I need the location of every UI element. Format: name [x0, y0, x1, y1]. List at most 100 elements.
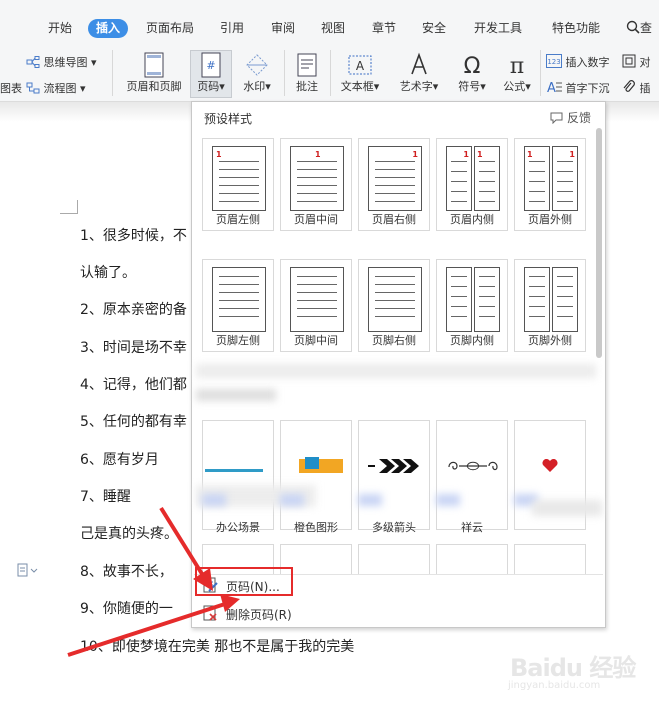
- text-line: [219, 292, 259, 293]
- document-line: 1、很多时候，不: [80, 228, 187, 244]
- tab-references[interactable]: 引用: [220, 18, 244, 38]
- blue-shape-graphic: [305, 457, 319, 469]
- textbox-button[interactable]: A 文本框▾: [336, 52, 384, 94]
- tab-view[interactable]: 视图: [321, 18, 345, 38]
- preset-label: 多级箭头: [372, 521, 416, 534]
- text-line: [297, 316, 337, 317]
- watermark-button[interactable]: 水印▾: [236, 52, 278, 94]
- page-number-marker: 1: [569, 150, 575, 159]
- drop-cap-button[interactable]: A 首字下沉: [546, 80, 610, 96]
- preset-header-right[interactable]: 1 页眉右侧: [358, 138, 430, 231]
- toolbar-divider: [112, 50, 113, 96]
- text-line: [297, 300, 337, 301]
- drop-cap-label: 首字下沉: [565, 82, 610, 95]
- symbol-button[interactable]: Ω 符号▾: [453, 52, 491, 94]
- flowchart-button[interactable]: 流程图 ▾: [26, 80, 86, 96]
- insert-number-button[interactable]: 123 插入数字: [546, 54, 610, 70]
- text-line: [451, 181, 467, 182]
- preset-tile-partial[interactable]: [514, 544, 586, 574]
- preset-orange-shape[interactable]: 橙色图形: [280, 420, 352, 534]
- svg-text:A: A: [547, 81, 556, 94]
- tab-chapter[interactable]: 章节: [372, 18, 396, 38]
- chart-button-partial[interactable]: 图表: [0, 80, 22, 96]
- object-button-partial[interactable]: 对: [622, 54, 651, 70]
- document-line: 3、时间是场不幸: [80, 340, 187, 356]
- formula-button[interactable]: π 公式▾: [498, 52, 536, 94]
- preset-header-inside[interactable]: 1 1 页眉内侧: [436, 138, 508, 231]
- highlight-box: [195, 567, 293, 596]
- comment-label: 批注: [296, 80, 318, 93]
- preset-multilevel-arrow[interactable]: 多级箭头: [358, 420, 430, 534]
- feedback-label: 反馈: [566, 111, 591, 125]
- tab-home[interactable]: 开始: [48, 18, 72, 38]
- preset-footer-outside[interactable]: 页脚外侧: [514, 259, 586, 352]
- delete-page-number-item[interactable]: 删除页码(R): [194, 600, 603, 626]
- comment-button[interactable]: 批注: [290, 52, 324, 94]
- text-line: [219, 300, 259, 301]
- text-line: [375, 316, 415, 317]
- tab-developer[interactable]: 开发工具: [474, 18, 522, 38]
- symbol-label: 符号: [458, 80, 481, 93]
- preset-tile-partial[interactable]: [358, 544, 430, 574]
- text-line: [479, 161, 495, 162]
- text-line: [451, 201, 467, 202]
- preset-tile-partial[interactable]: [436, 544, 508, 574]
- text-line: [557, 276, 573, 277]
- page-number-button[interactable]: # 页码▾: [190, 52, 232, 94]
- page-thumbnail: 1: [290, 146, 344, 211]
- mind-map-button[interactable]: 思维导图 ▾: [26, 54, 97, 70]
- tab-insert[interactable]: 插入: [88, 19, 129, 38]
- preset-header-center[interactable]: 1 页眉中间: [280, 138, 352, 231]
- tab-security[interactable]: 安全: [422, 18, 446, 38]
- preset-footer-right[interactable]: 页脚右侧: [358, 259, 430, 352]
- blue-bar-graphic: [205, 469, 263, 472]
- insert-number-label: 插入数字: [565, 56, 610, 69]
- feedback-link[interactable]: 反馈: [550, 109, 591, 126]
- text-line: [375, 201, 415, 202]
- textbox-label: 文本框: [340, 80, 374, 93]
- document-line: 己是真的头疼。: [80, 526, 178, 542]
- text-line: [219, 169, 259, 170]
- blurred-region: [358, 494, 382, 506]
- text-line: [375, 161, 415, 162]
- drop-cap-icon: A: [547, 81, 562, 96]
- attachment-button-partial[interactable]: 插: [622, 80, 651, 96]
- ribbon-toolbar: 思维导图 ▾ 图表 流程图 ▾ 页眉和页脚 # 页码▾ 水印▾ 批注 A 文本框…: [0, 44, 659, 102]
- text-line: [529, 276, 545, 277]
- text-line: [557, 286, 573, 287]
- text-line: [375, 177, 415, 178]
- search-icon: [626, 20, 640, 34]
- paperclip-icon: [623, 80, 635, 92]
- preset-label: 页脚左侧: [216, 334, 260, 347]
- insert-number-icon: 123: [546, 54, 562, 68]
- page-thumbnail: 1: [446, 146, 472, 211]
- preset-office-scene[interactable]: 办公场景: [202, 420, 274, 534]
- text-line: [219, 185, 259, 186]
- preset-header-left[interactable]: 1 页眉左侧: [202, 138, 274, 231]
- dropdown-scrollbar[interactable]: [596, 128, 602, 358]
- document-line: 2、原本亲密的备: [80, 302, 187, 318]
- text-line: [297, 292, 337, 293]
- text-line: [297, 276, 337, 277]
- watermark-icon: [246, 54, 268, 76]
- text-line: [451, 316, 467, 317]
- tab-review[interactable]: 审阅: [271, 18, 295, 38]
- omega-icon: Ω: [464, 54, 481, 78]
- wordart-button[interactable]: 艺术字▾: [394, 52, 444, 94]
- header-footer-button[interactable]: 页眉和页脚: [121, 52, 187, 94]
- preset-footer-left[interactable]: 页脚左侧: [202, 259, 274, 352]
- preset-footer-center[interactable]: 页脚中间: [280, 259, 352, 352]
- preset-header-outside[interactable]: 1 1 页眉外侧: [514, 138, 586, 231]
- document-line: 5、任何的都有幸: [80, 414, 187, 430]
- text-line: [529, 306, 545, 307]
- preset-label: 页眉外侧: [528, 213, 572, 226]
- text-line: [557, 161, 573, 162]
- tab-special-features[interactable]: 特色功能: [552, 18, 600, 38]
- search-button[interactable]: 查: [626, 18, 652, 38]
- document-outline-icon[interactable]: [17, 563, 39, 580]
- preset-auspicious-cloud[interactable]: 祥云: [436, 420, 508, 534]
- tab-page-layout[interactable]: 页面布局: [146, 18, 194, 38]
- preset-footer-inside[interactable]: 页脚内侧: [436, 259, 508, 352]
- preset-label: 页眉左侧: [216, 213, 260, 226]
- text-line: [375, 169, 415, 170]
